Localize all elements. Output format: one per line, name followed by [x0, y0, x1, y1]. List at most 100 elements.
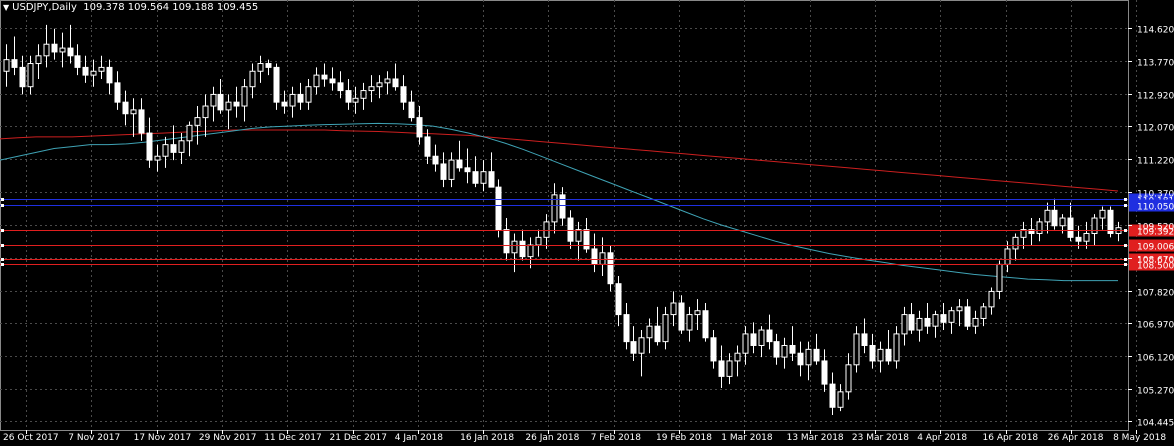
bear-candle	[519, 240, 526, 258]
level-handle-right[interactable]	[1124, 229, 1127, 232]
bear-candle	[106, 66, 113, 84]
bear-candle	[440, 163, 447, 180]
bull-candle	[448, 159, 455, 180]
bear-candle	[408, 101, 415, 119]
x-tick-label: 4 Jan 2018	[395, 433, 443, 443]
bear-candle	[51, 43, 58, 53]
bear-candle	[615, 283, 622, 316]
bear-candle	[432, 155, 439, 165]
bear-candle	[1051, 209, 1058, 227]
bull-candle	[853, 333, 860, 366]
level-handle-right[interactable]	[1124, 244, 1127, 247]
bear-candle	[702, 310, 709, 339]
y-tick-label: 111.220	[1137, 157, 1174, 167]
bear-candle	[297, 93, 304, 103]
bull-candle	[893, 333, 900, 362]
level-handle-right[interactable]	[1124, 198, 1127, 201]
dropdown-triangle-icon[interactable]: ▼	[3, 3, 9, 12]
bull-candle	[27, 63, 34, 88]
bear-candle	[821, 360, 828, 385]
x-tick-label: 17 Nov 2017	[134, 433, 192, 443]
bear-candle	[710, 337, 717, 362]
level-handle-left[interactable]	[1, 204, 4, 207]
bear-candle	[392, 78, 399, 88]
bull-candle	[130, 109, 137, 115]
bull-candle	[241, 86, 248, 107]
level-handle-left[interactable]	[1, 263, 4, 266]
y-tick-label: 113.770	[1137, 59, 1174, 69]
bull-candle	[901, 314, 908, 335]
level-handle-right[interactable]	[1124, 263, 1127, 266]
bear-candle	[74, 55, 81, 68]
bear-candle	[456, 159, 463, 169]
bull-candle	[360, 90, 367, 99]
bull-candle	[43, 43, 50, 57]
chart-title: ▼ USDJPY,Daily 109.378 109.564 109.188 10…	[3, 2, 258, 13]
bear-candle	[1075, 236, 1082, 242]
bear-candle	[170, 144, 177, 153]
bear-candle	[766, 329, 773, 343]
bull-candle	[257, 63, 264, 72]
x-tick-label: 21 Dec 2017	[330, 433, 388, 443]
bear-candle	[750, 333, 757, 346]
bull-candle	[59, 47, 66, 53]
bull-candle	[352, 97, 359, 103]
bull-candle	[90, 70, 97, 76]
bull-candle	[35, 55, 42, 65]
level-handle-left[interactable]	[1, 198, 4, 201]
bear-candle	[623, 314, 630, 343]
bear-candle	[503, 229, 510, 254]
bull-candle	[877, 348, 884, 362]
bear-candle	[773, 341, 780, 358]
bear-candle	[82, 66, 89, 76]
x-tick-label: 8 May 2018	[1113, 433, 1166, 443]
bear-candle	[122, 101, 129, 115]
bull-candle	[726, 360, 733, 377]
bear-candle	[337, 82, 344, 92]
bull-candle	[694, 310, 701, 316]
bull-candle	[249, 70, 256, 88]
bull-candle	[194, 117, 201, 126]
bull-candle	[3, 59, 10, 72]
bear-candle	[19, 66, 26, 88]
y-tick-label: 106.120	[1137, 354, 1174, 364]
time-axis[interactable]: 26 Oct 2017 7 Nov 2017 17 Nov 2017 29 Nov 2…	[3, 430, 1166, 443]
bull-candle	[1044, 209, 1051, 223]
bull-candle	[1083, 232, 1090, 242]
bull-candle	[980, 306, 987, 319]
bull-candle	[845, 364, 852, 393]
bear-candle	[654, 325, 661, 343]
ohlc-values: 109.378 109.564 109.188 109.455	[83, 2, 259, 13]
y-tick-label: 112.070	[1137, 124, 1174, 134]
bear-candle	[607, 252, 614, 285]
bear-candle	[321, 74, 328, 80]
level-handle-left[interactable]	[1, 244, 4, 247]
level-handle-right[interactable]	[1124, 204, 1127, 207]
bull-candle	[805, 348, 812, 366]
bull-candle	[758, 329, 765, 346]
bull-candle	[384, 78, 391, 84]
level-handle-left[interactable]	[1, 258, 4, 261]
bull-candle	[368, 86, 375, 92]
bull-candle	[178, 140, 185, 153]
bear-candle	[424, 136, 431, 157]
bear-candle	[345, 90, 352, 103]
bear-candle	[488, 171, 495, 188]
bear-candle	[885, 348, 892, 362]
level-handle-left[interactable]	[1, 229, 4, 232]
bull-candle	[511, 240, 518, 254]
symbol-timeframe: USDJPY,Daily	[12, 2, 77, 13]
bull-candle	[948, 310, 955, 323]
level-handle-right[interactable]	[1124, 258, 1127, 261]
bear-candle	[908, 314, 915, 331]
price-chart[interactable]: 110.181110.050109.392109.006108.640108.5…	[0, 0, 1174, 446]
bear-candle	[797, 352, 804, 366]
bear-candle	[472, 171, 479, 184]
bull-candle	[535, 236, 542, 246]
bull-candle	[543, 221, 550, 238]
bear-candle	[789, 344, 796, 354]
bull-candle	[154, 155, 161, 161]
y-tick-label: 114.620	[1137, 26, 1174, 36]
bull-candle	[956, 306, 963, 312]
bull-candle	[932, 314, 939, 327]
